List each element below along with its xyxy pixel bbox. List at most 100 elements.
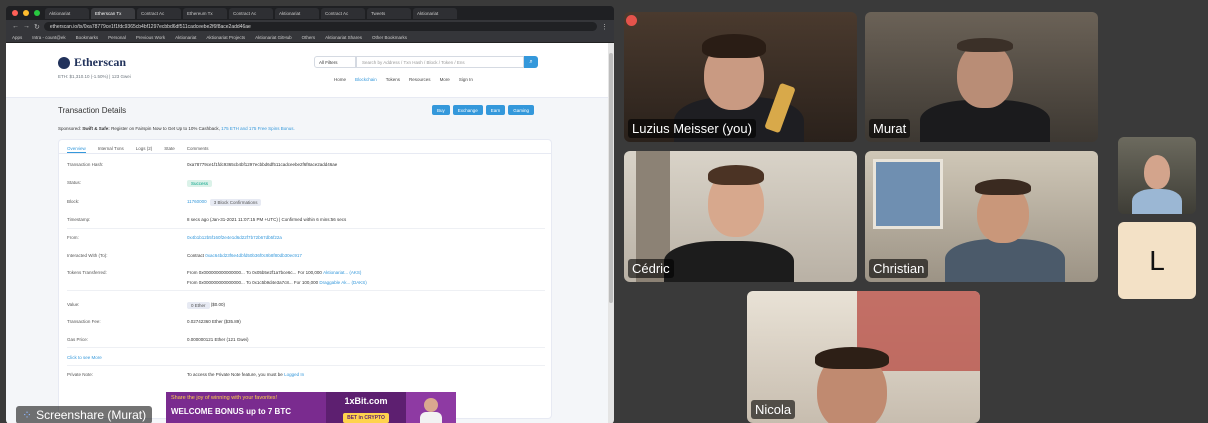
video-tile-murat[interactable]: Murat — [865, 12, 1098, 142]
bookmark-item[interactable]: Others — [302, 35, 316, 40]
browser-tab[interactable]: Aktionariat — [275, 7, 319, 19]
search-icon: ⌕ — [529, 59, 533, 65]
page-scrollbar[interactable] — [608, 43, 614, 423]
bookmark-item[interactable]: Previous Work — [136, 35, 165, 40]
forward-icon[interactable]: → — [23, 23, 30, 30]
bookmark-item[interactable]: Bookmarks — [76, 35, 99, 40]
row-from: From: 0x4b1b12b5f160f2e4e1d6d22f7b72b67d… — [67, 235, 282, 240]
sponsor-link[interactable]: 175 ETH and 175 Free Spins Bonus. — [221, 126, 295, 131]
ad-banner[interactable]: Share the joy of winning with your favor… — [166, 392, 456, 423]
scrollbar-thumb[interactable] — [609, 53, 613, 303]
divider — [67, 290, 545, 291]
browser-tab[interactable]: Aktionariat — [45, 7, 89, 19]
browser-tab[interactable]: Aktionariat — [413, 7, 457, 19]
contract-address[interactable]: 0xac64bd23f6e4dbfd50b36f0c9b8f80db30ec91… — [205, 253, 302, 258]
minimize-window-icon[interactable] — [23, 10, 29, 16]
back-icon[interactable]: ← — [12, 23, 19, 30]
ad-cta-button[interactable]: BET in CRYPTO — [343, 413, 389, 423]
close-window-icon[interactable] — [12, 10, 18, 16]
bookmark-item[interactable]: Aktionariat Projects — [206, 35, 245, 40]
transaction-card: Overview Internal Txns Logs (2) State Co… — [58, 139, 552, 419]
maximize-window-icon[interactable] — [34, 10, 40, 16]
browser-toolbar: ← → ↻ etherscan.io/tx/0xa78779ce1f1fdc93… — [6, 20, 614, 33]
bookmark-item[interactable]: Personal — [108, 35, 126, 40]
participant-name: Nicola — [751, 400, 796, 419]
bookmark-item[interactable]: Other Bookmarks — [372, 35, 407, 40]
bookmarks-bar: Apps Intra - count@ek Bookmarks Personal… — [6, 33, 614, 43]
video-tile-nicola[interactable]: Nicola — [747, 291, 980, 423]
participant-name: Cédric — [628, 259, 674, 278]
tab-internal-txns[interactable]: Internal Txns — [98, 146, 124, 153]
browser-tab[interactable]: Ethereum Tx — [183, 7, 227, 19]
row-value: Value: 0 Ether ($0.00) — [67, 302, 226, 309]
bookmark-item[interactable]: Aktionariat — [175, 35, 196, 40]
etherscan-logo-icon — [58, 56, 70, 69]
video-tile-thumbnail[interactable] — [1118, 137, 1196, 214]
page-title: Transaction Details — [58, 106, 127, 115]
exchange-button[interactable]: Exchange — [452, 105, 483, 115]
browser-tab-bar: Aktionariat Etherscan Tx Contract Ac Eth… — [6, 6, 614, 20]
browser-tab-active[interactable]: Etherscan Tx — [91, 7, 135, 19]
row-timestamp: Timestamp: 8 secs ago (Jan-31-2021 11:07… — [67, 217, 347, 222]
tab-comments[interactable]: Comments — [187, 146, 209, 153]
participant-avatar-initial[interactable]: L — [1118, 222, 1196, 299]
reload-icon[interactable]: ↻ — [34, 23, 40, 31]
row-tokens-2: From 0x000000000000000... To 0x1c5b9d4e3… — [187, 280, 367, 285]
bookmark-item[interactable]: Apps — [12, 35, 22, 40]
eth-price: ETH: $1,310.10 (-1.50%) | 123 Gwei — [58, 74, 131, 79]
gaming-button[interactable]: Gaming — [508, 105, 535, 115]
block-link[interactable]: 11760000 — [187, 199, 207, 206]
row-block: Block: 11760000 3 Block Confirmations — [67, 199, 262, 206]
screenshare-panel[interactable]: Aktionariat Etherscan Tx Contract Ac Eth… — [6, 6, 614, 423]
row-tokens: Tokens Transferred: From 0x0000000000000… — [67, 270, 362, 275]
nav-tokens[interactable]: Tokens — [386, 77, 400, 82]
tab-overview[interactable]: Overview — [67, 146, 86, 153]
recording-indicator-icon — [626, 15, 637, 26]
from-address[interactable]: 0x4b1b12b5f160f2e4e1d6d22f7b72b67db5f22a — [187, 235, 282, 240]
browser-tab[interactable]: Contract Ac — [229, 7, 273, 19]
video-tile-christian[interactable]: Christian — [865, 151, 1098, 282]
see-more-link[interactable]: Click to see More — [67, 355, 102, 360]
earn-button[interactable]: Earn — [485, 105, 506, 115]
token-link[interactable]: Draggable Ak... (DAKS) — [319, 280, 366, 285]
address-bar[interactable]: etherscan.io/tx/0xa78779ce1f1fdc9365cb4b… — [43, 22, 597, 31]
action-buttons: Buy Exchange Earn Gaming — [432, 105, 535, 115]
browser-tab[interactable]: Tweets — [367, 7, 411, 19]
row-status: Status: Success — [67, 180, 213, 187]
participant-name: Luzius Meisser (you) — [628, 119, 756, 138]
status-badge: Success — [187, 180, 213, 187]
tab-logs[interactable]: Logs (2) — [136, 146, 153, 153]
browser-tab[interactable]: Contract Ac — [321, 7, 365, 19]
tx-hash[interactable]: 0xa78779ce1f1fdc9365cb4bf1297ecbbd6df511… — [187, 162, 337, 167]
tab-state[interactable]: State — [164, 146, 175, 153]
sponsored-banner: Sponsored: Swift & Safe: Register on Fai… — [58, 126, 295, 131]
divider — [67, 365, 545, 366]
confirmations-badge: 3 Block Confirmations — [209, 199, 262, 206]
search-button[interactable]: ⌕ — [524, 56, 538, 68]
row-to: Interacted With (To): Contract 0xac64bd2… — [67, 253, 302, 258]
buy-button[interactable]: Buy — [432, 105, 450, 115]
search-input[interactable]: Search by Address / Txn Hash / Block / T… — [356, 56, 524, 68]
search-filter-select[interactable]: All Filters — [314, 56, 356, 68]
etherscan-logo[interactable]: Etherscan — [58, 55, 126, 70]
nav-sign-in[interactable]: Sign In — [459, 77, 473, 82]
nav-resources[interactable]: Resources — [409, 77, 431, 82]
row-hash: Transaction Hash: 0xa78779ce1f1fdc9365cb… — [67, 162, 338, 167]
browser-tab[interactable]: Contract Ac — [137, 7, 181, 19]
painting-shape — [873, 159, 943, 229]
video-tile-luzius[interactable]: Luzius Meisser (you) — [624, 12, 857, 142]
bookmark-item[interactable]: Aktionariat GitHub — [255, 35, 292, 40]
token-link[interactable]: Aktionariat... (AKS) — [323, 270, 361, 275]
etherscan-page: Etherscan ETH: $1,310.10 (-1.50%) | 123 … — [6, 43, 608, 423]
video-tile-cedric[interactable]: Cédric — [624, 151, 857, 282]
bookmark-item[interactable]: Aktionariat Shares — [325, 35, 362, 40]
screenshare-icon: ⁘ — [22, 408, 33, 422]
participant-name: Christian — [869, 259, 929, 278]
login-link[interactable]: Logged In — [284, 372, 304, 377]
nav-more[interactable]: More — [440, 77, 450, 82]
extensions-icon[interactable]: ⋮ — [601, 23, 608, 31]
bookmark-item[interactable]: Intra - count@ek — [32, 35, 65, 40]
nav-blockchain[interactable]: Blockchain — [355, 77, 377, 82]
nav-home[interactable]: Home — [334, 77, 346, 82]
transaction-tabs: Overview Internal Txns Logs (2) State Co… — [59, 140, 551, 154]
